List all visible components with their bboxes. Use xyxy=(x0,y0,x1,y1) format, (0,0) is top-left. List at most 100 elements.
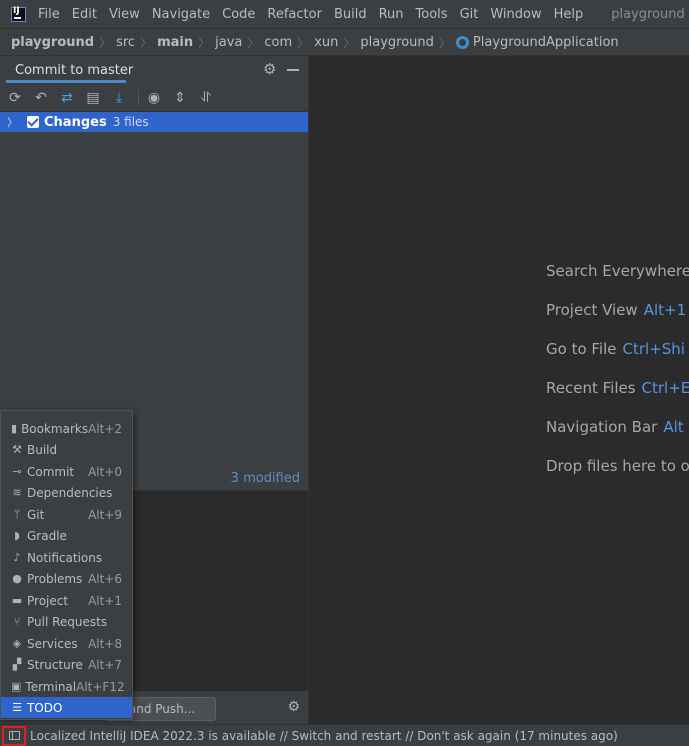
tool-window-services[interactable]: ◈ Services Alt+8 xyxy=(1,633,132,654)
tool-window-shortcut: Alt+6 xyxy=(88,571,122,586)
expand-all-icon[interactable]: ⇕ xyxy=(171,89,189,107)
bell-icon: ♪ xyxy=(13,550,21,564)
hint-shortcut: Alt xyxy=(663,418,684,436)
tool-window-toggle-button[interactable] xyxy=(2,725,26,746)
tool-window-project[interactable]: ▬ Project Alt+1 xyxy=(1,590,132,611)
breadcrumb-java[interactable]: java xyxy=(215,35,242,50)
chevron-right-icon: 〉 xyxy=(343,35,356,50)
menu-code[interactable]: Code xyxy=(222,7,255,22)
tool-window-pull-requests[interactable]: ⑂ Pull Requests xyxy=(1,611,132,632)
tool-window-shortcut: Alt+2 xyxy=(88,421,123,436)
changelist-icon[interactable]: ▤ xyxy=(84,89,102,107)
hint-go-to-file: Go to File Ctrl+Shi xyxy=(546,340,685,358)
menu-file[interactable]: File xyxy=(38,7,60,22)
chevron-right-icon: 〉 xyxy=(198,35,211,50)
changes-checkbox[interactable] xyxy=(27,116,39,128)
menu-build[interactable]: Build xyxy=(334,7,367,22)
tool-window-label: Terminal xyxy=(25,679,77,694)
menu-navigate[interactable]: Navigate xyxy=(152,7,210,22)
menu-git[interactable]: Git xyxy=(460,7,479,22)
gear-icon[interactable]: ⚙ xyxy=(263,62,277,77)
hint-text: Recent Files xyxy=(546,379,636,397)
diff-icon[interactable]: ⇄ xyxy=(58,89,76,107)
active-tab-indicator xyxy=(6,80,126,83)
tool-window-label: Commit xyxy=(27,464,75,479)
hint-drop-files: Drop files here to o xyxy=(546,457,689,475)
shelve-icon[interactable]: ⤓ xyxy=(110,89,128,107)
menu-window[interactable]: Window xyxy=(490,7,541,22)
breadcrumb-file[interactable]: PlaygroundApplication xyxy=(473,35,619,50)
list-icon: ☰ xyxy=(12,700,22,714)
tool-window-build[interactable]: ⚒ Build xyxy=(1,439,132,460)
chevron-right-icon: 〉 xyxy=(297,35,310,50)
modified-count[interactable]: 3 modified xyxy=(231,471,300,486)
breadcrumb-playground[interactable]: playground xyxy=(360,35,434,50)
editor-empty-area: Search Everywhere Project View Alt+1 Go t… xyxy=(309,56,689,724)
tool-window-label: Gradle xyxy=(27,528,67,543)
chevron-right-icon: 〉 xyxy=(247,35,260,50)
minimize-icon[interactable] xyxy=(287,69,299,71)
tool-window-structure[interactable]: ▞ Structure Alt+7 xyxy=(1,654,132,675)
tool-window-problems[interactable]: ● Problems Alt+6 xyxy=(1,568,132,589)
tool-window-shortcut: Alt+7 xyxy=(88,657,122,672)
branch-icon: ᛘ xyxy=(13,507,21,521)
services-icon: ◈ xyxy=(12,636,22,650)
tool-window-shortcut: Alt+0 xyxy=(88,464,122,479)
status-message[interactable]: Localized IntelliJ IDEA 2022.3 is availa… xyxy=(30,729,618,743)
breadcrumb-src[interactable]: src xyxy=(116,35,135,50)
tool-window-label: Project xyxy=(27,593,69,608)
menu-tools[interactable]: Tools xyxy=(416,7,448,22)
chevron-right-icon[interactable]: 〉 xyxy=(7,114,18,130)
status-bar: Localized IntelliJ IDEA 2022.3 is availa… xyxy=(0,724,689,746)
rollback-icon[interactable]: ↶ xyxy=(32,89,50,107)
chevron-right-icon: 〉 xyxy=(438,35,451,50)
tool-window-label: Build xyxy=(27,442,58,457)
tool-window-label: Notifications xyxy=(27,550,103,565)
tool-window-bookmarks[interactable]: ▮ Bookmarks Alt+2 xyxy=(1,418,132,439)
refresh-icon[interactable]: ⟳ xyxy=(6,89,24,107)
tool-window-label: TODO xyxy=(27,700,63,715)
menu-help[interactable]: Help xyxy=(554,7,584,22)
tool-window-todo[interactable]: ☰ TODO xyxy=(1,697,132,718)
menu-refactor[interactable]: Refactor xyxy=(267,7,322,22)
tool-window-terminal[interactable]: ▣ Terminal Alt+F12 xyxy=(1,676,132,697)
menu-run[interactable]: Run xyxy=(379,7,404,22)
tool-window-label: Bookmarks xyxy=(21,421,89,436)
tool-window-shortcut: Alt+F12 xyxy=(76,679,125,694)
tool-window-dependencies[interactable]: ≋ Dependencies xyxy=(1,482,132,503)
hint-shortcut: Ctrl+E xyxy=(641,379,689,397)
hint-text: Navigation Bar xyxy=(546,418,658,436)
tool-window-notifications[interactable]: ♪ Notifications xyxy=(1,547,132,568)
tool-window-commit[interactable]: ⊸ Commit Alt+0 xyxy=(1,461,132,482)
hint-search-everywhere: Search Everywhere xyxy=(546,262,689,280)
tool-window-shortcut: Alt+9 xyxy=(88,507,122,522)
menu-edit[interactable]: Edit xyxy=(72,7,97,22)
gear-icon[interactable]: ⚙ xyxy=(287,699,300,715)
commit-panel-title[interactable]: Commit to master xyxy=(15,63,133,78)
hint-text: Search Everywhere xyxy=(546,262,689,280)
menu-view[interactable]: View xyxy=(109,7,140,22)
tool-window-label: Services xyxy=(27,636,78,651)
intellij-logo-icon[interactable] xyxy=(11,6,26,22)
tool-window-label: Dependencies xyxy=(27,485,113,500)
tool-window-label: Structure xyxy=(27,657,83,672)
hint-project-view: Project View Alt+1 xyxy=(546,301,686,319)
breadcrumb-project[interactable]: playground xyxy=(11,35,94,50)
toolbar-divider xyxy=(138,89,139,106)
breadcrumb-main[interactable]: main xyxy=(157,35,193,50)
tool-window-git[interactable]: ᛘ Git Alt+9 xyxy=(1,504,132,525)
tool-window-shortcut: Alt+1 xyxy=(88,593,122,608)
breadcrumb-xun[interactable]: xun xyxy=(314,35,338,50)
breadcrumb-com[interactable]: com xyxy=(264,35,292,50)
chevron-right-icon: 〉 xyxy=(140,35,153,50)
bookmark-icon: ▮ xyxy=(11,421,18,435)
pull-request-icon: ⑂ xyxy=(13,614,21,628)
eye-icon[interactable]: ◉ xyxy=(145,89,163,107)
collapse-all-icon[interactable]: ⥯ xyxy=(197,89,215,107)
tool-window-gradle[interactable]: ◗ Gradle xyxy=(1,525,132,546)
changes-tree-row[interactable]: 〉 Changes 3 files xyxy=(0,112,308,132)
warning-icon: ● xyxy=(12,571,22,585)
hint-shortcut: Alt+1 xyxy=(643,301,687,319)
changes-label: Changes xyxy=(44,114,107,130)
hint-text: Go to File xyxy=(546,340,617,358)
